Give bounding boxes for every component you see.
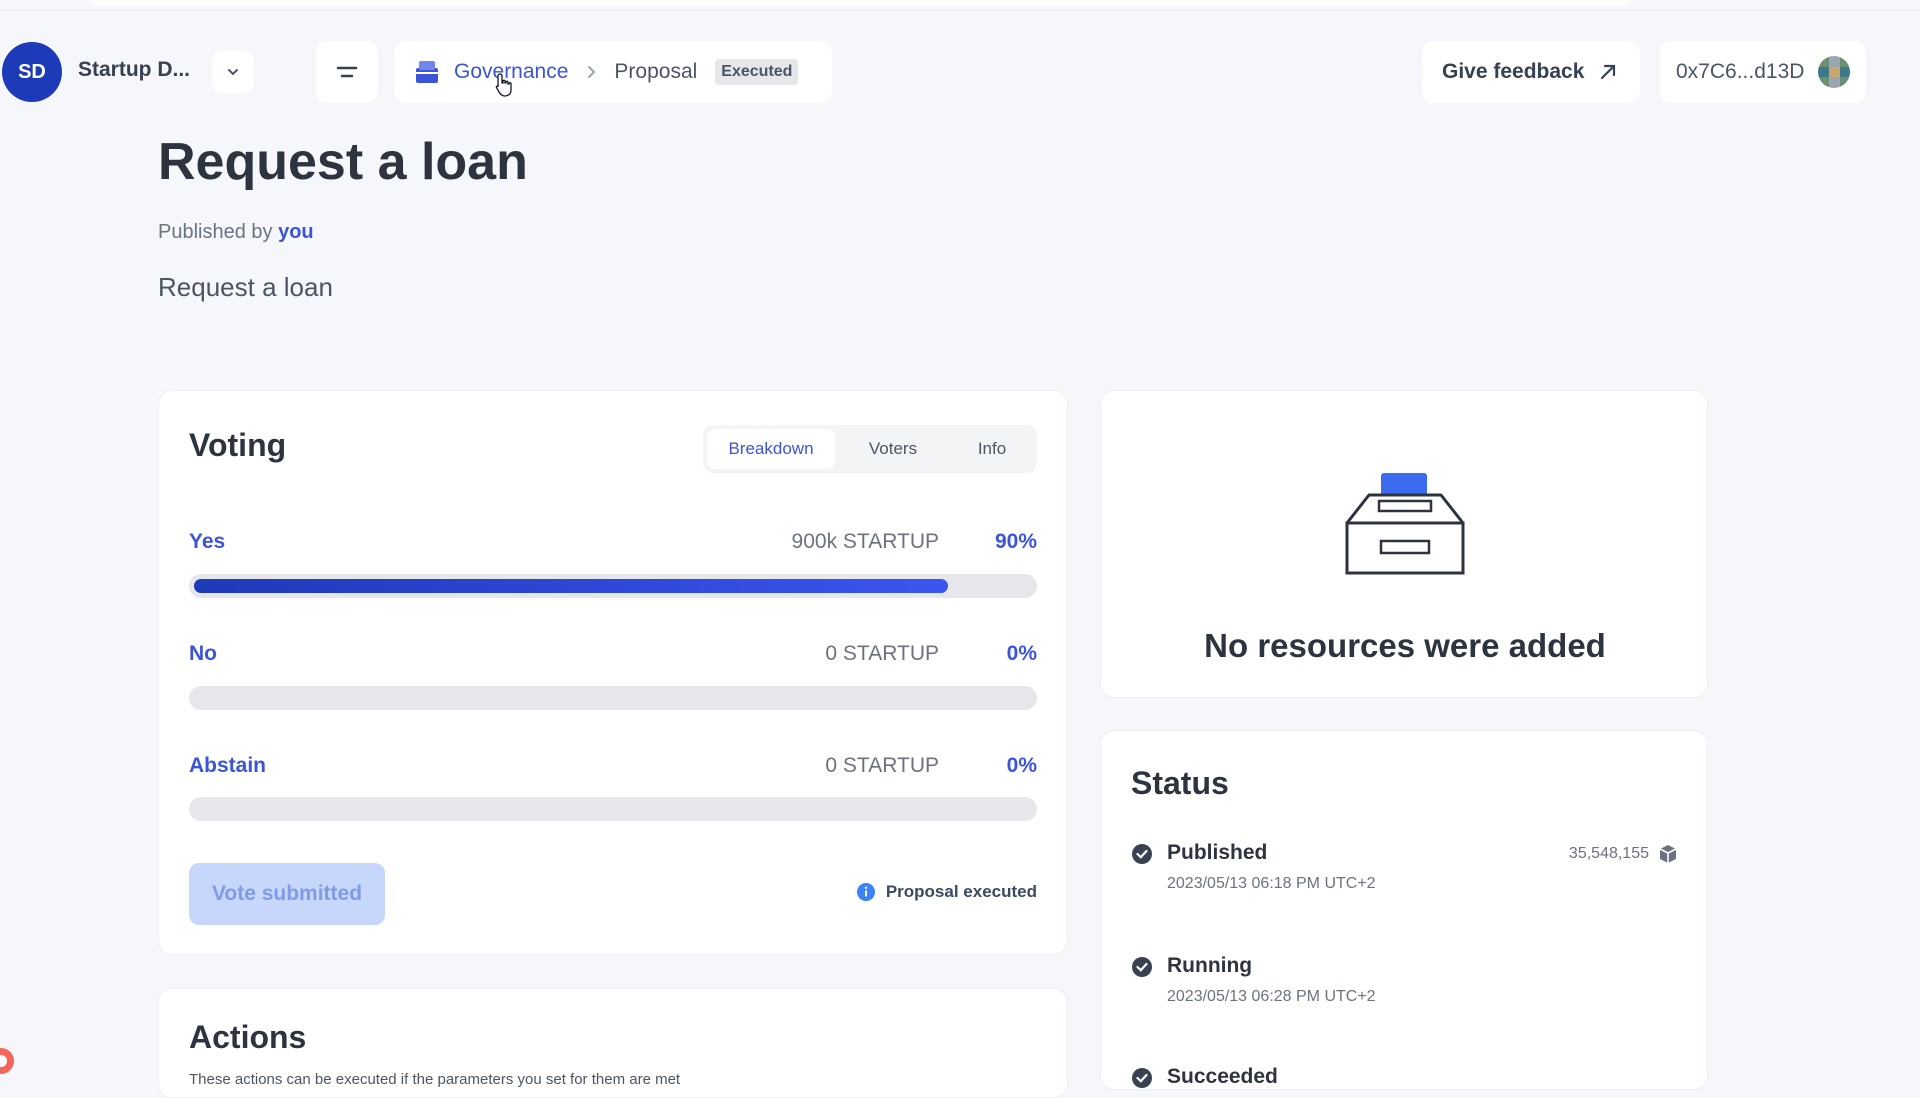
tab-info[interactable]: Info — [951, 429, 1033, 469]
voting-card: Voting Breakdown Voters Info Yes 900k ST… — [158, 390, 1068, 955]
info-icon — [856, 883, 875, 901]
check-circle-icon — [1132, 957, 1152, 977]
voting-title: Voting — [189, 427, 287, 463]
vote-progress-no — [189, 686, 1037, 710]
breadcrumb-proposal: Proposal — [614, 60, 698, 83]
vote-option-no: No 0 STARTUP 0% — [189, 642, 1037, 672]
cube-icon — [1659, 845, 1677, 863]
breadcrumb: Governance Proposal Executed — [394, 41, 832, 103]
proposal-summary: Request a loan — [158, 272, 333, 302]
check-circle-icon — [1132, 844, 1152, 864]
vote-progress-yes — [189, 574, 1037, 598]
voting-tabs: Breakdown Voters Info — [703, 425, 1037, 473]
status-item-running: Running 2023/05/13 06:28 PM UTC+2 — [1131, 954, 1679, 1014]
status-card: Status Published 2023/05/13 06:18 PM UTC… — [1100, 730, 1708, 1090]
wallet-address: 0x7C6...d13D — [1676, 60, 1805, 83]
resources-card: No resources were added — [1100, 390, 1708, 698]
status-title: Status — [1131, 765, 1229, 801]
vote-progress-abstain — [189, 797, 1037, 821]
give-feedback-button[interactable]: Give feedback — [1422, 41, 1640, 103]
vote-option-abstain: Abstain 0 STARTUP 0% — [189, 754, 1037, 784]
actions-title: Actions — [189, 1019, 307, 1055]
status-date: 2023/05/13 06:28 PM UTC+2 — [1167, 988, 1376, 1005]
wallet-button[interactable]: 0x7C6...d13D — [1660, 41, 1866, 103]
vote-option-amount: 0 STARTUP — [825, 754, 939, 777]
dao-dropdown-button[interactable] — [212, 51, 254, 93]
floating-widget-icon[interactable] — [0, 1046, 16, 1076]
no-resources-text: No resources were added — [1204, 627, 1606, 664]
vote-option-label: No — [189, 642, 217, 665]
vote-option-percent: 90% — [994, 530, 1037, 553]
arrow-up-right-icon — [1601, 64, 1616, 80]
published-prefix: Published by — [158, 221, 273, 243]
chevron-right-icon — [586, 65, 596, 79]
status-name: Succeeded — [1167, 1065, 1278, 1088]
page-title: Request a loan — [158, 133, 528, 191]
menu-icon — [336, 66, 358, 78]
status-item-succeeded: Succeeded — [1131, 1065, 1679, 1095]
vote-option-percent: 0% — [1006, 642, 1037, 665]
status-badge: Executed — [715, 59, 799, 85]
status-name: Published — [1167, 841, 1268, 864]
top-divider — [0, 10, 1920, 11]
proposal-executed-text: Proposal executed — [885, 882, 1037, 901]
actions-card: Actions These actions can be executed if… — [158, 988, 1068, 1098]
dao-avatar[interactable]: SD — [2, 42, 62, 102]
check-circle-icon — [1132, 1068, 1152, 1088]
chevron-down-icon — [228, 69, 238, 76]
vote-option-percent: 0% — [1006, 754, 1037, 777]
vote-option-label: Abstain — [189, 754, 267, 777]
empty-inbox-icon — [1345, 473, 1465, 575]
vote-submitted-button[interactable]: Vote submitted — [189, 863, 385, 925]
publisher-link[interactable]: you — [278, 221, 314, 243]
give-feedback-label: Give feedback — [1442, 60, 1585, 83]
status-name: Running — [1167, 954, 1253, 977]
published-by: Published by you — [158, 221, 314, 244]
block-number: 35,548,155 — [1568, 845, 1649, 862]
proposal-executed-note: Proposal executed — [856, 882, 1037, 902]
vote-option-amount: 0 STARTUP — [825, 642, 939, 665]
tab-breakdown[interactable]: Breakdown — [707, 429, 835, 469]
top-scroll-edge — [90, 0, 1630, 6]
tab-voters[interactable]: Voters — [835, 429, 951, 469]
hand-cursor-icon — [494, 72, 514, 103]
dao-name[interactable]: Startup D... — [78, 58, 190, 82]
vote-progress-fill — [194, 579, 949, 593]
governance-icon — [416, 61, 438, 83]
vote-option-yes: Yes 900k STARTUP 90% — [189, 530, 1037, 560]
wallet-avatar-icon — [1818, 56, 1851, 88]
status-date: 2023/05/13 06:18 PM UTC+2 — [1167, 875, 1376, 892]
status-item-published: Published 2023/05/13 06:18 PM UTC+2 35,5… — [1131, 841, 1679, 901]
menu-button[interactable] — [316, 41, 378, 103]
status-block-link[interactable]: 35,548,155 — [1569, 843, 1679, 865]
vote-option-label: Yes — [189, 530, 226, 553]
vote-option-amount: 900k STARTUP — [791, 530, 939, 553]
